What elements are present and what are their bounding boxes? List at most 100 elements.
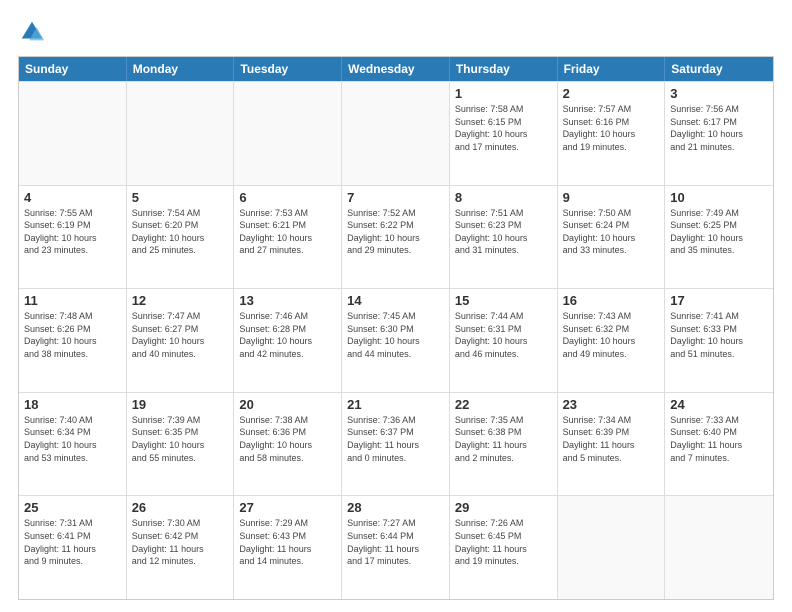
- cal-cell-9: 9 Sunrise: 7:50 AMSunset: 6:24 PMDaylight…: [558, 186, 666, 289]
- day-number-15: 15: [455, 293, 552, 308]
- cal-cell-2: 2 Sunrise: 7:57 AMSunset: 6:16 PMDaylight…: [558, 82, 666, 185]
- day-number-17: 17: [670, 293, 768, 308]
- day-info-22: Sunrise: 7:35 AMSunset: 6:38 PMDaylight:…: [455, 414, 552, 464]
- day-info-9: Sunrise: 7:50 AMSunset: 6:24 PMDaylight:…: [563, 207, 660, 257]
- cal-cell-16: 16Sunrise: 7:43 AMSunset: 6:32 PMDayligh…: [558, 289, 666, 392]
- day-number-2: 2: [563, 86, 660, 101]
- cal-cell-empty: [127, 82, 235, 185]
- cal-cell-18: 18 Sunrise: 7:40 AMSunset: 6:34 PMDayligh…: [19, 393, 127, 496]
- cal-cell-17: 17 Sunrise: 7:41 AMSunset: 6:33 PMDayligh…: [665, 289, 773, 392]
- cal-header-friday: Friday: [558, 57, 666, 81]
- day-number-1: 1: [455, 86, 552, 101]
- cal-cell-5: 5 Sunrise: 7:54 AMSunset: 6:20 PMDaylight…: [127, 186, 235, 289]
- day-number-11: 11: [24, 293, 121, 308]
- header: [18, 18, 774, 46]
- cal-week-5: 25 Sunrise: 7:31 AMSunset: 6:41 PMDayligh…: [19, 495, 773, 599]
- day-info-8: Sunrise: 7:51 AMSunset: 6:23 PMDaylight:…: [455, 207, 552, 257]
- day-number-28: 28: [347, 500, 444, 515]
- cal-week-1: 1 Sunrise: 7:58 AMSunset: 6:15 PMDaylight…: [19, 81, 773, 185]
- cal-header-thursday: Thursday: [450, 57, 558, 81]
- day-info-18: Sunrise: 7:40 AMSunset: 6:34 PMDaylight:…: [24, 414, 121, 464]
- day-number-26: 26: [132, 500, 229, 515]
- day-info-27: Sunrise: 7:29 AMSunset: 6:43 PMDaylight:…: [239, 517, 336, 567]
- day-number-5: 5: [132, 190, 229, 205]
- cal-cell-15: 15 Sunrise: 7:44 AMSunset: 6:31 PMDayligh…: [450, 289, 558, 392]
- day-info-11: Sunrise: 7:48 AMSunset: 6:26 PMDaylight:…: [24, 310, 121, 360]
- cal-cell-7: 7 Sunrise: 7:52 AMSunset: 6:22 PMDaylight…: [342, 186, 450, 289]
- day-info-4: Sunrise: 7:55 AMSunset: 6:19 PMDaylight:…: [24, 207, 121, 257]
- cal-cell-29: 29Sunrise: 7:26 AMSunset: 6:45 PMDayligh…: [450, 496, 558, 599]
- day-info-15: Sunrise: 7:44 AMSunset: 6:31 PMDaylight:…: [455, 310, 552, 360]
- day-info-28: Sunrise: 7:27 AMSunset: 6:44 PMDaylight:…: [347, 517, 444, 567]
- day-info-19: Sunrise: 7:39 AMSunset: 6:35 PMDaylight:…: [132, 414, 229, 464]
- cal-cell-19: 19 Sunrise: 7:39 AMSunset: 6:35 PMDayligh…: [127, 393, 235, 496]
- day-info-20: Sunrise: 7:38 AMSunset: 6:36 PMDaylight:…: [239, 414, 336, 464]
- day-number-18: 18: [24, 397, 121, 412]
- day-info-7: Sunrise: 7:52 AMSunset: 6:22 PMDaylight:…: [347, 207, 444, 257]
- day-info-26: Sunrise: 7:30 AMSunset: 6:42 PMDaylight:…: [132, 517, 229, 567]
- day-number-19: 19: [132, 397, 229, 412]
- cal-cell-25: 25 Sunrise: 7:31 AMSunset: 6:41 PMDayligh…: [19, 496, 127, 599]
- day-number-3: 3: [670, 86, 768, 101]
- calendar-header-row: SundayMondayTuesdayWednesdayThursdayFrid…: [19, 57, 773, 81]
- day-info-6: Sunrise: 7:53 AMSunset: 6:21 PMDaylight:…: [239, 207, 336, 257]
- cal-cell-4: 4 Sunrise: 7:55 AMSunset: 6:19 PMDaylight…: [19, 186, 127, 289]
- cal-cell-8: 8Sunrise: 7:51 AMSunset: 6:23 PMDaylight…: [450, 186, 558, 289]
- cal-header-monday: Monday: [127, 57, 235, 81]
- day-number-12: 12: [132, 293, 229, 308]
- cal-cell-26: 26 Sunrise: 7:30 AMSunset: 6:42 PMDayligh…: [127, 496, 235, 599]
- cal-week-3: 11 Sunrise: 7:48 AMSunset: 6:26 PMDayligh…: [19, 288, 773, 392]
- day-number-4: 4: [24, 190, 121, 205]
- page: SundayMondayTuesdayWednesdayThursdayFrid…: [0, 0, 792, 612]
- day-number-20: 20: [239, 397, 336, 412]
- cal-cell-6: 6 Sunrise: 7:53 AMSunset: 6:21 PMDaylight…: [234, 186, 342, 289]
- cal-cell-23: 23 Sunrise: 7:34 AMSunset: 6:39 PMDayligh…: [558, 393, 666, 496]
- cal-cell-27: 27 Sunrise: 7:29 AMSunset: 6:43 PMDayligh…: [234, 496, 342, 599]
- day-number-10: 10: [670, 190, 768, 205]
- logo: [18, 18, 50, 46]
- day-number-6: 6: [239, 190, 336, 205]
- day-number-24: 24: [670, 397, 768, 412]
- cal-cell-12: 12 Sunrise: 7:47 AMSunset: 6:27 PMDayligh…: [127, 289, 235, 392]
- cal-cell-empty: [234, 82, 342, 185]
- day-info-10: Sunrise: 7:49 AMSunset: 6:25 PMDaylight:…: [670, 207, 768, 257]
- cal-cell-22: 22 Sunrise: 7:35 AMSunset: 6:38 PMDayligh…: [450, 393, 558, 496]
- cal-cell-empty: [342, 82, 450, 185]
- day-number-9: 9: [563, 190, 660, 205]
- cal-header-sunday: Sunday: [19, 57, 127, 81]
- day-info-17: Sunrise: 7:41 AMSunset: 6:33 PMDaylight:…: [670, 310, 768, 360]
- day-info-3: Sunrise: 7:56 AMSunset: 6:17 PMDaylight:…: [670, 103, 768, 153]
- day-info-25: Sunrise: 7:31 AMSunset: 6:41 PMDaylight:…: [24, 517, 121, 567]
- cal-cell-21: 21Sunrise: 7:36 AMSunset: 6:37 PMDayligh…: [342, 393, 450, 496]
- day-info-2: Sunrise: 7:57 AMSunset: 6:16 PMDaylight:…: [563, 103, 660, 153]
- day-number-25: 25: [24, 500, 121, 515]
- day-number-23: 23: [563, 397, 660, 412]
- day-number-27: 27: [239, 500, 336, 515]
- cal-cell-1: 1 Sunrise: 7:58 AMSunset: 6:15 PMDaylight…: [450, 82, 558, 185]
- calendar-body: 1 Sunrise: 7:58 AMSunset: 6:15 PMDaylight…: [19, 81, 773, 599]
- cal-cell-empty: [19, 82, 127, 185]
- cal-header-wednesday: Wednesday: [342, 57, 450, 81]
- day-number-22: 22: [455, 397, 552, 412]
- day-info-12: Sunrise: 7:47 AMSunset: 6:27 PMDaylight:…: [132, 310, 229, 360]
- day-info-5: Sunrise: 7:54 AMSunset: 6:20 PMDaylight:…: [132, 207, 229, 257]
- day-info-24: Sunrise: 7:33 AMSunset: 6:40 PMDaylight:…: [670, 414, 768, 464]
- cal-cell-13: 13Sunrise: 7:46 AMSunset: 6:28 PMDayligh…: [234, 289, 342, 392]
- day-number-16: 16: [563, 293, 660, 308]
- day-number-7: 7: [347, 190, 444, 205]
- day-number-14: 14: [347, 293, 444, 308]
- cal-header-tuesday: Tuesday: [234, 57, 342, 81]
- cal-cell-24: 24 Sunrise: 7:33 AMSunset: 6:40 PMDayligh…: [665, 393, 773, 496]
- cal-cell-3: 3 Sunrise: 7:56 AMSunset: 6:17 PMDaylight…: [665, 82, 773, 185]
- cal-week-4: 18 Sunrise: 7:40 AMSunset: 6:34 PMDayligh…: [19, 392, 773, 496]
- day-info-23: Sunrise: 7:34 AMSunset: 6:39 PMDaylight:…: [563, 414, 660, 464]
- cal-cell-empty: [558, 496, 666, 599]
- day-info-1: Sunrise: 7:58 AMSunset: 6:15 PMDaylight:…: [455, 103, 552, 153]
- cal-week-2: 4 Sunrise: 7:55 AMSunset: 6:19 PMDaylight…: [19, 185, 773, 289]
- cal-cell-empty: [665, 496, 773, 599]
- cal-cell-20: 20 Sunrise: 7:38 AMSunset: 6:36 PMDayligh…: [234, 393, 342, 496]
- day-number-21: 21: [347, 397, 444, 412]
- cal-cell-11: 11 Sunrise: 7:48 AMSunset: 6:26 PMDayligh…: [19, 289, 127, 392]
- cal-cell-10: 10 Sunrise: 7:49 AMSunset: 6:25 PMDayligh…: [665, 186, 773, 289]
- day-info-14: Sunrise: 7:45 AMSunset: 6:30 PMDaylight:…: [347, 310, 444, 360]
